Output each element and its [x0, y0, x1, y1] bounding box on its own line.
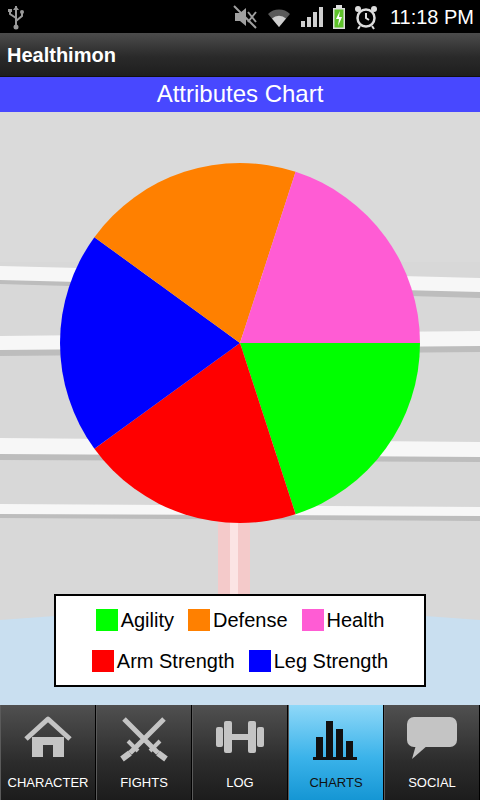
icon-shape	[336, 5, 342, 8]
icon-shape	[268, 9, 290, 26]
chart-area: Agility Defense Health Arm Strength Leg Stre…	[0, 112, 480, 705]
legend-item: Health	[302, 609, 385, 631]
tab-label: CHARTS	[309, 776, 362, 790]
icon-shape	[128, 741, 160, 751]
legend-swatch	[249, 650, 271, 672]
icon-shape	[13, 6, 19, 10]
wifi-icon	[266, 5, 292, 29]
ring-shape	[0, 112, 480, 705]
icon-shape	[32, 737, 64, 757]
icon-shape	[8, 9, 12, 12]
icon-shape	[272, 15, 286, 26]
legend-item: Arm Strength	[92, 650, 235, 672]
title-bar: Healthimon	[0, 33, 480, 77]
tab-bar: CHARACTER FIGHTS LOG CHARTS SOCIAL	[0, 705, 480, 800]
alarm-icon	[354, 4, 378, 30]
icon-shape	[257, 727, 264, 747]
bar-chart-icon	[308, 713, 364, 763]
legend-label: Defense	[213, 609, 288, 631]
legend-swatch	[188, 609, 210, 631]
legend-label: Arm Strength	[117, 650, 235, 672]
icon-shape	[357, 9, 374, 26]
signal-icon	[300, 5, 324, 29]
icon-shape	[14, 24, 19, 29]
icon-shape	[336, 11, 342, 26]
status-bar: 11:18 PM	[0, 0, 480, 33]
battery-icon	[332, 5, 346, 29]
house-icon	[20, 713, 76, 763]
icon-shape	[307, 17, 311, 27]
icon-shape	[122, 753, 166, 759]
icon-shape	[313, 757, 357, 760]
usb-icon	[6, 4, 26, 30]
tab-label: SOCIAL	[408, 776, 456, 790]
icon-shape	[371, 6, 377, 12]
chart-content: Agility Defense Health Arm Strength Leg Stre…	[0, 112, 480, 687]
nav-tab[interactable]: SOCIAL	[384, 705, 480, 800]
icon-shape	[358, 26, 374, 29]
legend-swatch	[96, 609, 118, 631]
icon-shape	[412, 745, 428, 759]
legend-swatch	[302, 609, 324, 631]
icon-shape	[124, 719, 164, 753]
icon-shape	[407, 717, 457, 747]
legend-label: Health	[327, 609, 385, 631]
legend-label: Agility	[121, 609, 174, 631]
mute-icon	[232, 4, 258, 30]
icon-shape	[333, 8, 345, 29]
icon-shape	[334, 9, 343, 27]
icon-shape	[355, 6, 361, 12]
tab-label: FIGHTS	[120, 776, 168, 790]
chart-header: Attributes Chart	[0, 77, 480, 112]
legend-item: Agility	[96, 609, 174, 631]
nav-tab[interactable]: FIGHTS	[96, 705, 192, 800]
attributes-pie-chart	[59, 162, 421, 524]
icon-shape	[313, 12, 317, 27]
nav-tab[interactable]: CHARACTER	[0, 705, 96, 800]
icon-shape	[16, 13, 22, 21]
speech-bubble-icon	[404, 713, 460, 763]
icon-shape	[26, 719, 70, 739]
icon-shape	[319, 7, 323, 27]
icon-shape	[316, 737, 323, 757]
icon-shape	[326, 721, 333, 757]
clock-time: 11:18 PM	[390, 7, 474, 27]
crossed-swords-icon	[116, 713, 172, 763]
icon-shape	[336, 729, 343, 757]
icon-shape	[366, 13, 369, 20]
icon-shape	[20, 10, 24, 14]
legend-label: Leg Strength	[274, 650, 389, 672]
icon-shape	[234, 6, 256, 28]
chart-title: Attributes Chart	[157, 80, 324, 109]
icon-shape	[10, 11, 16, 18]
status-left	[6, 4, 26, 30]
tab-label: CHARACTER	[8, 776, 89, 790]
chart-legend: Agility Defense Health Arm Strength Leg Stre…	[54, 594, 426, 687]
nav-tab[interactable]: LOG	[192, 705, 288, 800]
app-screen: 11:18 PM Healthimon Attributes Chart Agi…	[0, 0, 480, 800]
icon-shape	[224, 721, 232, 753]
icon-shape	[301, 21, 305, 27]
icon-shape	[232, 734, 248, 740]
nav-tab[interactable]: CHARTS	[288, 705, 384, 800]
dumbbell-icon	[212, 713, 268, 763]
tab-label: LOG	[226, 776, 253, 790]
app-title: Healthimon	[7, 40, 116, 70]
icon-shape	[248, 721, 256, 753]
pie-slice	[240, 172, 420, 343]
legend-item: Leg Strength	[249, 650, 389, 672]
icon-shape	[346, 741, 353, 757]
icon-shape	[216, 727, 223, 747]
legend-item: Defense	[188, 609, 288, 631]
legend-swatch	[92, 650, 114, 672]
status-right: 11:18 PM	[232, 4, 474, 30]
pie-slice-fill	[240, 172, 420, 343]
